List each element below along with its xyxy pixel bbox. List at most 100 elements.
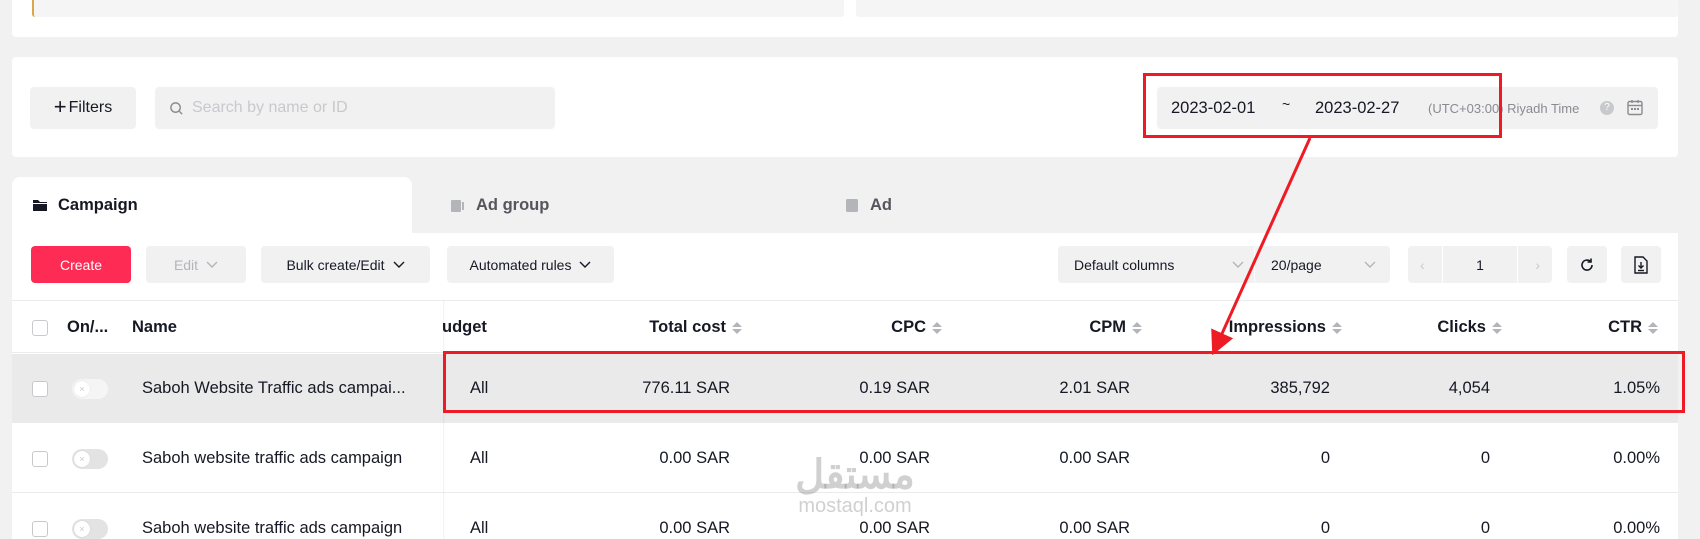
download-icon	[1634, 255, 1648, 274]
top-panel-right	[856, 0, 1678, 17]
budget-cell: All	[470, 449, 489, 467]
header-label: CPC	[891, 318, 926, 336]
watermark-latin: mostaql.com	[798, 495, 912, 517]
impressions-cell: 385,792	[1270, 379, 1330, 397]
ad-icon	[846, 199, 858, 212]
impressions-cell: 0	[1320, 449, 1330, 467]
sort-icon	[1648, 321, 1658, 334]
cpm-cell: 0.00 SAR	[1059, 449, 1130, 467]
status-toggle[interactable]: ×	[72, 354, 108, 423]
campaign-name[interactable]: Saboh website traffic ads campaign	[142, 494, 402, 539]
tab-ad-group[interactable]: Ad group	[430, 177, 549, 233]
pagination: ‹ 1 ›	[1408, 246, 1552, 283]
tab-label: Campaign	[58, 195, 138, 214]
folder-icon	[33, 200, 47, 211]
create-button[interactable]: Create	[31, 246, 131, 283]
automated-rules-button[interactable]: Automated rules	[447, 246, 614, 283]
export-button[interactable]	[1621, 246, 1661, 283]
row-checkbox[interactable]	[32, 424, 48, 493]
total-cost-cell: 0.00 SAR	[659, 519, 730, 537]
header-status[interactable]: On/...	[67, 301, 108, 354]
header-name[interactable]: Name	[132, 301, 177, 354]
row-checkbox[interactable]	[32, 494, 48, 539]
budget-cell: All	[470, 379, 489, 397]
bulk-create-edit-button[interactable]: Bulk create/Edit	[261, 246, 430, 283]
close-icon: ×	[74, 380, 90, 397]
watermark-logo: مستقل mostaql.com	[780, 455, 930, 517]
page-number-input[interactable]: 1	[1442, 246, 1518, 283]
select-all-checkbox[interactable]	[32, 301, 48, 354]
total-cost-cell: 776.11 SAR	[642, 379, 730, 397]
cpc-cell: 0.19 SAR	[859, 379, 930, 397]
prev-page-icon[interactable]: ‹	[1420, 257, 1425, 273]
table-header: On/... Name udget Total cost CPC CPM Imp…	[12, 300, 1678, 353]
tab-ad[interactable]: Ad	[824, 177, 892, 233]
plus-icon: +	[53, 94, 67, 119]
header-cpm[interactable]: CPM	[952, 301, 1142, 354]
impressions-cell: 0	[1320, 519, 1330, 537]
ctr-cell: 0.00%	[1613, 449, 1660, 467]
status-toggle[interactable]: ×	[72, 494, 108, 539]
search-input[interactable]	[192, 99, 532, 117]
clicks-cell: 0	[1480, 449, 1490, 467]
sort-icon	[732, 321, 742, 334]
chevron-down-icon	[393, 261, 405, 268]
cpm-cell: 0.00 SAR	[1059, 519, 1130, 537]
row-checkbox[interactable]	[32, 354, 48, 423]
header-total-cost[interactable]: Total cost	[552, 301, 742, 354]
close-icon: ×	[74, 450, 90, 467]
top-panel-left	[32, 0, 844, 17]
watermark-arabic: مستقل	[795, 453, 915, 497]
date-from[interactable]: 2023-02-01	[1171, 99, 1255, 118]
next-page-icon[interactable]: ›	[1535, 257, 1540, 273]
chevron-down-icon	[1364, 261, 1376, 268]
ctr-cell: 0.00%	[1613, 519, 1660, 537]
sort-icon	[932, 321, 942, 334]
tab-campaign[interactable]: Campaign	[12, 177, 412, 233]
date-to[interactable]: 2023-02-27	[1315, 99, 1399, 118]
edit-button[interactable]: Edit	[146, 246, 246, 283]
chevron-down-icon	[206, 261, 218, 268]
bulk-label: Bulk create/Edit	[286, 256, 385, 273]
chevron-down-icon	[1232, 261, 1244, 268]
date-range-picker[interactable]: 2023-02-01 ~ 2023-02-27 (UTC+03:00) Riya…	[1157, 87, 1658, 129]
header-label: CTR	[1608, 318, 1642, 336]
columns-label: Default columns	[1074, 256, 1175, 273]
date-separator: ~	[1282, 96, 1291, 112]
page-size-select[interactable]: 20/page	[1254, 246, 1390, 283]
close-icon: ×	[74, 520, 90, 537]
level-tabs: Campaign Ad group Ad	[12, 177, 1678, 233]
edit-label: Edit	[173, 256, 199, 273]
header-label: Total cost	[649, 318, 726, 336]
sort-icon	[1132, 321, 1142, 334]
cpm-cell: 2.01 SAR	[1059, 379, 1130, 397]
timezone-label: (UTC+03:00) Riyadh Time	[1428, 100, 1580, 116]
help-icon[interactable]: ?	[1600, 101, 1614, 115]
calendar-icon[interactable]	[1627, 99, 1643, 116]
header-budget[interactable]: udget	[442, 301, 487, 354]
ad-group-icon	[451, 200, 464, 212]
search-field[interactable]	[155, 87, 555, 129]
total-cost-cell: 0.00 SAR	[659, 449, 730, 467]
tab-label: Ad	[870, 195, 892, 214]
header-label: CPM	[1089, 318, 1126, 336]
refresh-icon	[1581, 258, 1593, 271]
header-ctr[interactable]: CTR	[1468, 301, 1658, 354]
campaign-name[interactable]: Saboh website traffic ads campaign	[142, 424, 402, 493]
table-row[interactable]: × Saboh Website Traffic ads campai... Al…	[12, 354, 1678, 423]
fixed-column-shadow	[443, 300, 445, 539]
filters-label: Filters	[68, 99, 113, 116]
budget-cell: All	[470, 519, 489, 537]
filters-button[interactable]: + Filters	[30, 87, 136, 129]
chevron-down-icon	[579, 261, 591, 268]
refresh-button[interactable]	[1567, 246, 1607, 283]
clicks-cell: 4,054	[1448, 379, 1490, 397]
automated-rules-label: Automated rules	[469, 256, 572, 273]
columns-select[interactable]: Default columns	[1058, 246, 1258, 283]
header-cpc[interactable]: CPC	[752, 301, 942, 354]
tab-label: Ad group	[476, 195, 550, 214]
status-toggle[interactable]: ×	[72, 424, 108, 493]
campaign-name[interactable]: Saboh Website Traffic ads campai...	[142, 354, 406, 423]
search-icon	[170, 101, 183, 115]
clicks-cell: 0	[1480, 519, 1490, 537]
